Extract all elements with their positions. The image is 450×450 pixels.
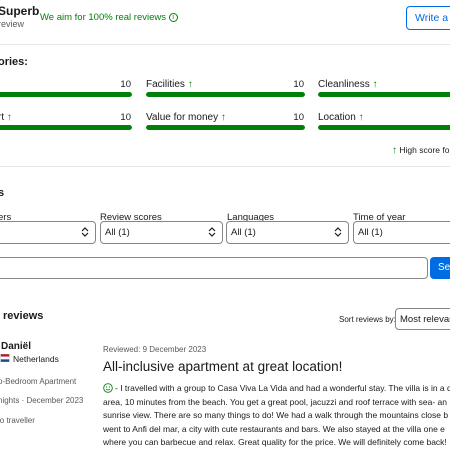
select-value: All (1): [231, 227, 256, 238]
filter-time-of-year-select[interactable]: All (1): [353, 221, 450, 244]
filter-languages-select[interactable]: All (1): [226, 221, 349, 244]
category-label: Location: [318, 112, 356, 123]
real-reviews-text: We aim for 100% real reviews: [40, 12, 167, 23]
category-location: Location ↑: [318, 112, 364, 123]
category-score: 10: [293, 112, 304, 123]
arrow-up-icon: ↑: [358, 112, 364, 123]
rating-word: Superb: [0, 4, 40, 18]
category-bar-fill: [318, 125, 450, 130]
category-bar-fill: [0, 92, 132, 97]
reviewer-stay: nights · December 2023: [0, 396, 84, 405]
review-text-line: where you can barbecue and relax. Great …: [103, 437, 447, 447]
review-text-line: sunrise view. There are so many things t…: [103, 410, 449, 420]
reviewer-room: o-Bedroom Apartment: [0, 377, 77, 386]
categories-divider: [0, 166, 450, 167]
category-score: 10: [120, 79, 131, 90]
select-value: All (1): [358, 227, 383, 238]
select-value: All (1): [105, 227, 130, 238]
category-bar-fill: [146, 125, 305, 130]
filter-review-scores-select[interactable]: All (1): [100, 221, 223, 244]
review-text-line: area, 10 minutes from the beach. You get…: [103, 396, 447, 407]
info-icon: i: [168, 12, 178, 22]
chevron-updown-icon: [334, 227, 342, 237]
review-text-segment: - I travelled with a group to Casa Viva …: [115, 383, 450, 393]
review-text-line: - I travelled with a group to Casa Viva …: [103, 382, 450, 396]
category-bar-fill: [146, 92, 305, 97]
arrow-up-icon: ↑: [392, 145, 397, 156]
category-score: 10: [120, 112, 131, 123]
category-bar: [318, 125, 450, 130]
filter-reviewers-select[interactable]: [0, 221, 96, 244]
category-bar: [146, 92, 305, 97]
real-reviews-note[interactable]: We aim for 100% real reviews i: [40, 12, 178, 23]
sort-select[interactable]: Most relevant: [395, 308, 450, 330]
arrow-up-icon: ↑: [372, 79, 378, 90]
reviews-heading: reviews: [3, 310, 44, 322]
chevron-updown-icon: [81, 227, 89, 237]
review-text: - I travelled with a group to Casa Viva …: [103, 382, 450, 450]
category-label: Value for money: [146, 112, 219, 123]
reviewer-traveller-type: lo traveller: [0, 416, 35, 425]
reviewer-name: Daniël: [1, 341, 32, 352]
category-label: Facilities: [146, 79, 185, 90]
category-bar: [146, 125, 305, 130]
category-comfort: rt ↑: [0, 112, 12, 123]
review-text-line: went to Anfi del mar, a city with cute r…: [103, 423, 445, 434]
category-bar: [318, 92, 450, 97]
write-review-button[interactable]: Write a re: [406, 6, 450, 30]
smiley-icon: [103, 383, 113, 393]
category-score: 10: [293, 79, 304, 90]
arrow-up-icon: ↑: [220, 112, 226, 123]
category-bar: [0, 125, 132, 130]
chevron-updown-icon: [208, 227, 216, 237]
arrow-up-icon: ↑: [6, 112, 12, 123]
category-label: rt: [0, 112, 5, 123]
sort-label: Sort reviews by:: [339, 315, 396, 324]
categories-heading: ories:: [0, 56, 28, 68]
category-label: Cleanliness: [318, 79, 370, 90]
arrow-up-icon: ↑: [187, 79, 193, 90]
review-count-text: review: [0, 19, 25, 29]
review-title: All-inclusive apartment at great locatio…: [103, 359, 343, 374]
category-bar-fill: [318, 92, 450, 97]
category-bar: [0, 92, 132, 97]
category-bar-fill: [0, 125, 132, 130]
search-button[interactable]: Se: [430, 257, 450, 279]
high-score-text: High score fo: [399, 145, 450, 155]
reviewer-country: Netherlands: [13, 354, 59, 364]
review-date: Reviewed: 9 December 2023: [103, 345, 207, 354]
filters-heading: s: [0, 187, 5, 199]
header-divider: [0, 44, 450, 45]
netherlands-flag-icon: [0, 354, 10, 362]
category-cleanliness: Cleanliness ↑: [318, 79, 377, 90]
high-score-note: ↑ High score fo: [392, 145, 449, 156]
category-facilities: Facilities ↑: [146, 79, 193, 90]
review-search-input[interactable]: [0, 257, 428, 279]
category-value-for-money: Value for money ↑: [146, 112, 226, 123]
